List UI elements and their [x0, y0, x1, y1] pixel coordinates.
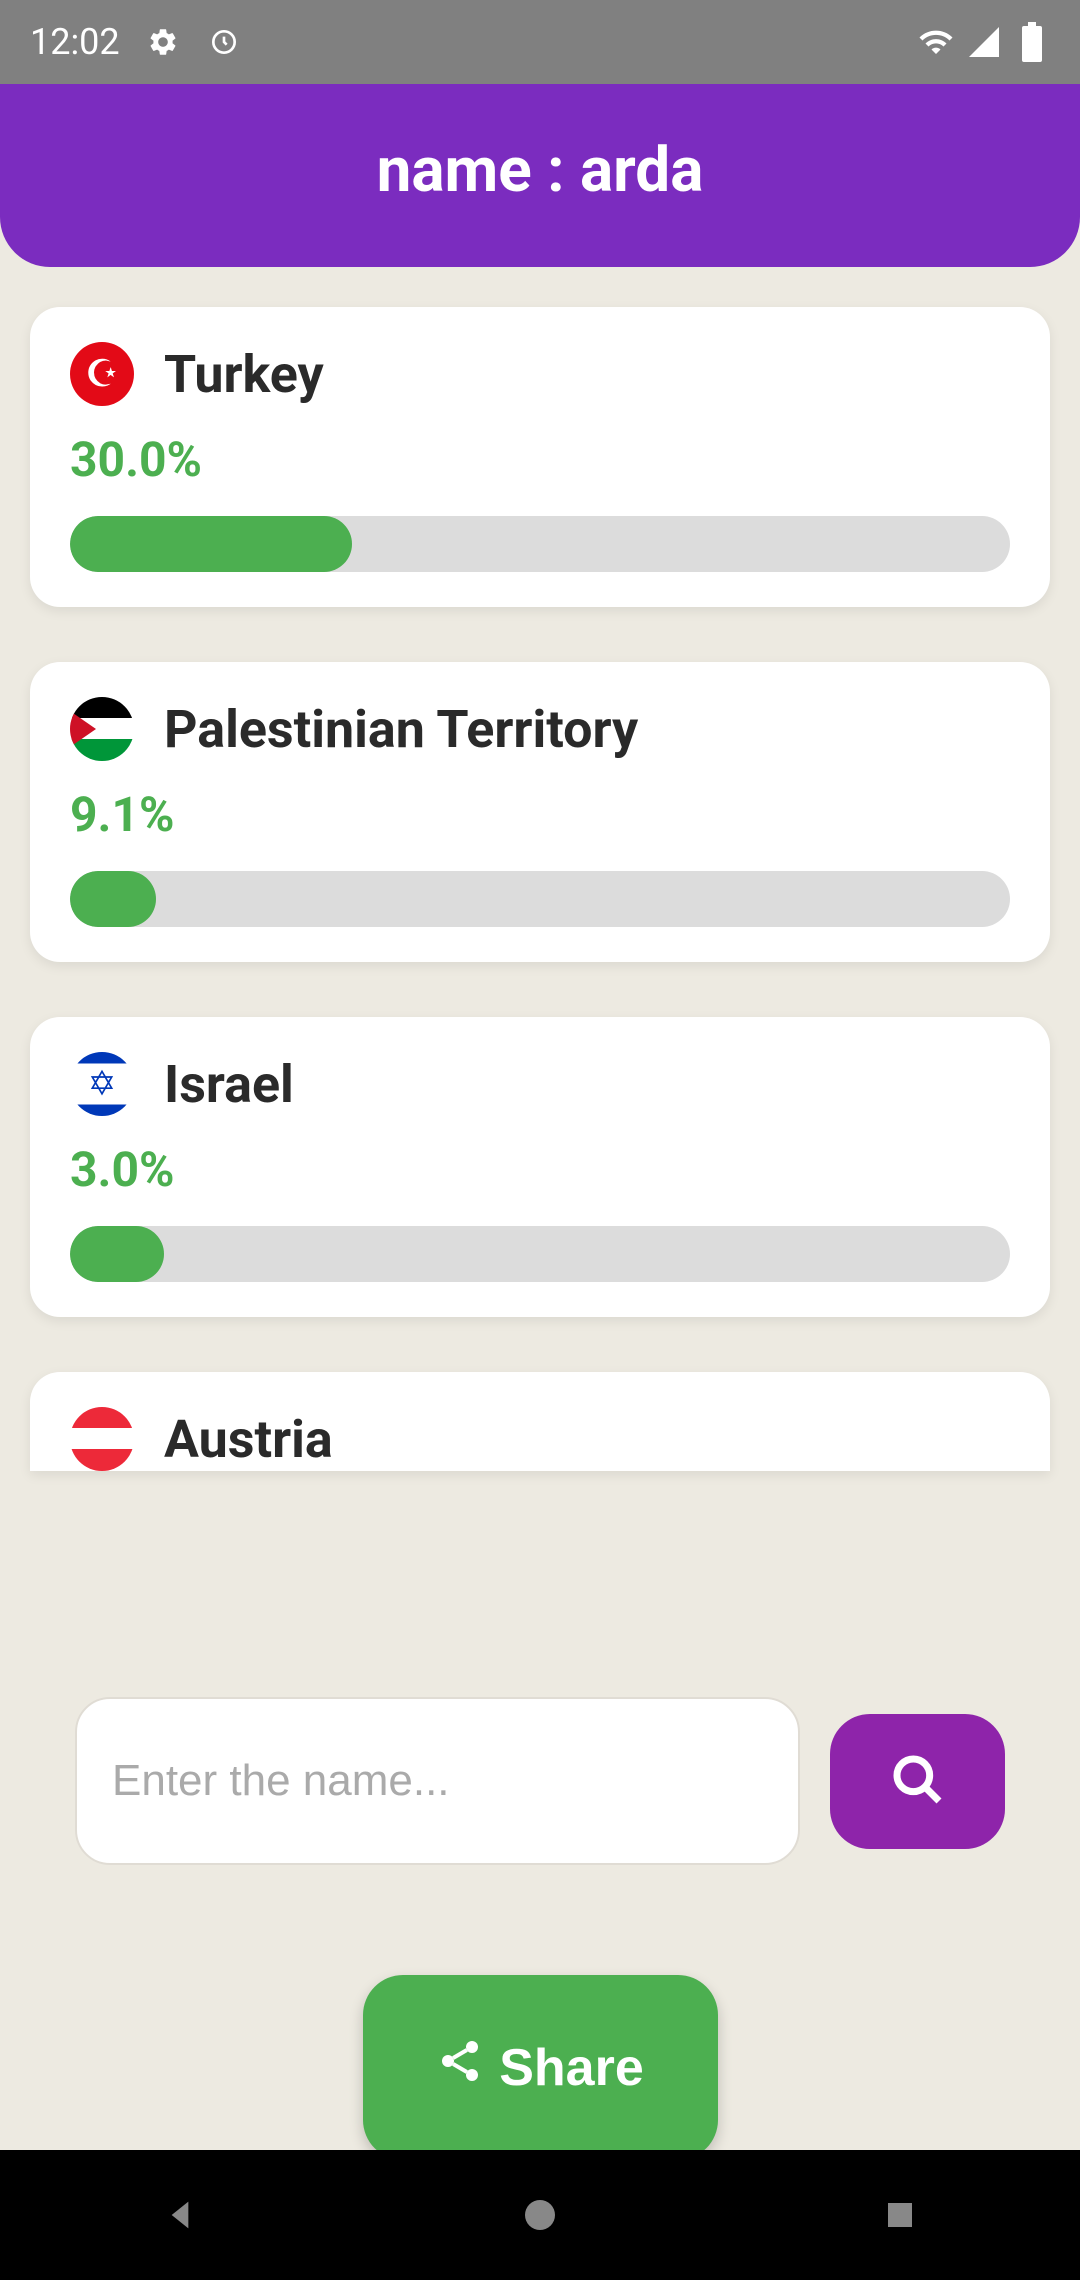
signal-icon	[966, 24, 1002, 60]
flag-icon-israel	[70, 1052, 134, 1116]
share-label: Share	[499, 2038, 644, 2098]
result-card: Turkey 30.0%	[30, 307, 1050, 607]
name-input[interactable]	[75, 1697, 800, 1865]
flag-icon-austria	[70, 1407, 134, 1471]
page-header: name : arda	[0, 84, 1080, 267]
status-bar: 12:02	[0, 0, 1080, 84]
status-left: 12:02	[30, 21, 242, 63]
share-icon	[436, 2037, 484, 2098]
flag-icon-palestine	[70, 697, 134, 761]
country-name: Israel	[164, 1054, 294, 1115]
flag-icon-turkey	[70, 342, 134, 406]
share-button[interactable]: Share	[363, 1975, 718, 2160]
search-icon	[890, 1752, 946, 1811]
wifi-icon	[918, 24, 954, 60]
progress-fill	[70, 1226, 164, 1282]
navigation-bar	[0, 2150, 1080, 2280]
progress-bar	[70, 516, 1010, 572]
percentage-value: 3.0%	[70, 1141, 1010, 1198]
results-list[interactable]: Turkey 30.0% Palestinian Territory 9.1% …	[0, 267, 1080, 1717]
percentage-value: 9.1%	[70, 786, 1010, 843]
home-button[interactable]	[515, 2190, 565, 2240]
bottom-section: Share	[0, 1697, 1080, 2160]
recent-button[interactable]	[875, 2190, 925, 2240]
status-right	[918, 24, 1050, 60]
progress-fill	[70, 516, 352, 572]
settings-icon	[145, 24, 181, 60]
result-card: Israel 3.0%	[30, 1017, 1050, 1317]
status-time: 12:02	[30, 21, 120, 63]
progress-bar	[70, 1226, 1010, 1282]
search-row	[75, 1697, 1005, 1865]
result-card: Palestinian Territory 9.1%	[30, 662, 1050, 962]
country-name: Palestinian Territory	[164, 699, 638, 760]
bug-icon	[206, 24, 242, 60]
battery-icon	[1014, 24, 1050, 60]
page-title: name : arda	[377, 134, 704, 207]
percentage-value: 30.0%	[70, 431, 1010, 488]
search-button[interactable]	[830, 1714, 1005, 1849]
country-name: Turkey	[164, 344, 324, 405]
country-name: Austria	[164, 1409, 333, 1470]
result-card: Austria	[30, 1372, 1050, 1471]
back-button[interactable]	[155, 2190, 205, 2240]
progress-fill	[70, 871, 156, 927]
progress-bar	[70, 871, 1010, 927]
